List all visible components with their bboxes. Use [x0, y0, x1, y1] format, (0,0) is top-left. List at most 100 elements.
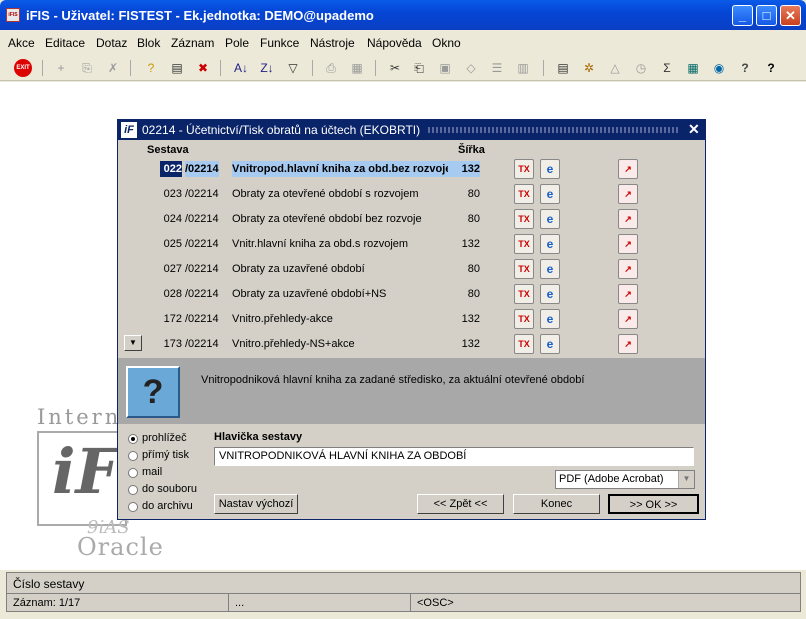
report-row[interactable]: 028 /02214 Obraty za uzavřené období+NS …: [118, 284, 705, 311]
filter-icon[interactable]: ▽: [284, 59, 302, 77]
pdf-export-icon[interactable]: ↗: [618, 259, 638, 279]
settings-icon[interactable]: ✲: [580, 59, 598, 77]
spreadsheet-icon[interactable]: ▦: [684, 59, 702, 77]
radio-mail[interactable]: mail: [128, 466, 218, 482]
report-name[interactable]: Vnitr.hlavní kniha za obd.s rozvojem: [232, 236, 460, 252]
cut-icon[interactable]: ✂: [386, 59, 404, 77]
report-name[interactable]: Vnitropod.hlavní kniha za obd.bez rozvoj…: [232, 161, 460, 177]
browser-export-icon[interactable]: e: [540, 159, 560, 179]
clear-icon[interactable]: ◇: [462, 59, 480, 77]
report-name[interactable]: Obraty za otevřené období bez rozvoje: [232, 211, 460, 227]
maximize-button[interactable]: □: [756, 5, 777, 26]
sum-icon[interactable]: Σ: [658, 59, 676, 77]
report-number[interactable]: 027: [160, 261, 182, 277]
dialog-titlebar[interactable]: iF 02214 - Účetnictví/Tisk obratů na účt…: [118, 120, 705, 140]
menu-editace[interactable]: Editace: [45, 36, 85, 50]
radio-dot[interactable]: [128, 451, 138, 461]
help-icon[interactable]: ?: [762, 59, 780, 77]
ok-button[interactable]: >> OK >>: [608, 494, 699, 514]
list-icon[interactable]: ☰: [488, 59, 506, 77]
text-export-icon[interactable]: TX: [514, 159, 534, 179]
calculator-icon[interactable]: ▤: [554, 59, 572, 77]
report-code[interactable]: /02214: [185, 286, 219, 302]
cancel-query-icon[interactable]: ✖: [194, 59, 212, 77]
report-width[interactable]: 132: [448, 161, 480, 177]
text-export-icon[interactable]: TX: [514, 184, 534, 204]
chevron-down-icon[interactable]: ▼: [678, 471, 694, 488]
text-export-icon[interactable]: TX: [514, 309, 534, 329]
report-number[interactable]: 025: [160, 236, 182, 252]
report-width[interactable]: 80: [448, 211, 480, 227]
query-icon[interactable]: ?: [142, 59, 160, 77]
browser-export-icon[interactable]: e: [540, 234, 560, 254]
report-header-input[interactable]: VNITROPODNIKOVÁ HLAVNÍ KNIHA ZA OBDOBÍ: [214, 447, 694, 466]
pdf-export-icon[interactable]: ↗: [618, 209, 638, 229]
report-width[interactable]: 80: [448, 186, 480, 202]
insert-record-icon[interactable]: +: [52, 59, 70, 77]
pdf-export-icon[interactable]: ↗: [618, 184, 638, 204]
web-icon[interactable]: ◉: [710, 59, 728, 77]
copy-icon[interactable]: ⎗: [410, 59, 428, 77]
report-number[interactable]: 022: [160, 161, 182, 177]
browser-export-icon[interactable]: e: [540, 259, 560, 279]
browser-export-icon[interactable]: e: [540, 209, 560, 229]
clock-icon[interactable]: ◷: [632, 59, 650, 77]
report-code[interactable]: /02214: [185, 236, 219, 252]
duplicate-record-icon[interactable]: ⎘: [78, 59, 96, 77]
execute-query-icon[interactable]: ▤: [168, 59, 186, 77]
report-number[interactable]: 023: [160, 186, 182, 202]
pdf-export-icon[interactable]: ↗: [618, 309, 638, 329]
menu-akce[interactable]: Akce: [8, 36, 35, 50]
pdf-export-icon[interactable]: ↗: [618, 234, 638, 254]
menu-dotaz[interactable]: Dotaz: [96, 36, 127, 50]
report-name[interactable]: Obraty za uzavřené období+NS: [232, 286, 460, 302]
pdf-export-icon[interactable]: ↗: [618, 159, 638, 179]
report-number[interactable]: 028: [160, 286, 182, 302]
menu-okno[interactable]: Okno: [432, 36, 461, 50]
report-width[interactable]: 132: [448, 336, 480, 352]
report-row[interactable]: 024 /02214 Obraty za otevřené období bez…: [118, 209, 705, 236]
report-name[interactable]: Vnitro.přehledy-NS+akce: [232, 336, 460, 352]
report-number[interactable]: 173: [160, 336, 182, 352]
text-export-icon[interactable]: TX: [514, 209, 534, 229]
radio-dot[interactable]: [128, 468, 138, 478]
sort-asc-icon[interactable]: A↓: [232, 59, 250, 77]
radio-do-archivu[interactable]: do archivu: [128, 500, 218, 516]
report-code[interactable]: /02214: [185, 161, 219, 177]
report-row[interactable]: 172 /02214 Vnitro.přehledy-akce 132 TX e…: [118, 309, 705, 336]
report-name[interactable]: Vnitro.přehledy-akce: [232, 311, 460, 327]
report-row[interactable]: 022 /02214 Vnitropod.hlavní kniha za obd…: [118, 159, 705, 186]
report-row[interactable]: 023 /02214 Obraty za otevřené období s r…: [118, 184, 705, 211]
chart-icon[interactable]: △: [606, 59, 624, 77]
radio-dot[interactable]: [128, 502, 138, 512]
text-export-icon[interactable]: TX: [514, 334, 534, 354]
radio-do-souboru[interactable]: do souboru: [128, 483, 218, 499]
reset-defaults-button[interactable]: Nastav výchozí: [214, 494, 298, 514]
report-code[interactable]: /02214: [185, 336, 219, 352]
minimize-button[interactable]: _: [732, 5, 753, 26]
window-titlebar[interactable]: iFIS iFIS - Uživatel: FISTEST - Ek.jedno…: [0, 0, 806, 30]
report-width[interactable]: 132: [448, 311, 480, 327]
report-code[interactable]: /02214: [185, 311, 219, 327]
radio-dot[interactable]: [128, 434, 138, 444]
browser-export-icon[interactable]: e: [540, 334, 560, 354]
report-name[interactable]: Obraty za otevřené období s rozvojem: [232, 186, 460, 202]
help-context-icon[interactable]: ?: [736, 59, 754, 77]
browser-export-icon[interactable]: e: [540, 284, 560, 304]
delete-record-icon[interactable]: ✗: [104, 59, 122, 77]
report-number[interactable]: 172: [160, 311, 182, 327]
dialog-close-icon[interactable]: ✕: [688, 121, 700, 138]
report-width[interactable]: 132: [448, 236, 480, 252]
text-export-icon[interactable]: TX: [514, 284, 534, 304]
close-button[interactable]: ✕: [780, 5, 801, 26]
report-name[interactable]: Obraty za uzavřené období: [232, 261, 460, 277]
menu-pole[interactable]: Pole: [225, 36, 249, 50]
radio-primy-tisk[interactable]: přímý tisk: [128, 449, 218, 465]
menu-blok[interactable]: Blok: [137, 36, 160, 50]
pdf-export-icon[interactable]: ↗: [618, 334, 638, 354]
text-export-icon[interactable]: TX: [514, 259, 534, 279]
print-preview-icon[interactable]: ▦: [348, 59, 366, 77]
pdf-export-icon[interactable]: ↗: [618, 284, 638, 304]
radio-prohlizec[interactable]: prohlížeč: [128, 432, 218, 448]
end-button[interactable]: Konec: [513, 494, 600, 514]
